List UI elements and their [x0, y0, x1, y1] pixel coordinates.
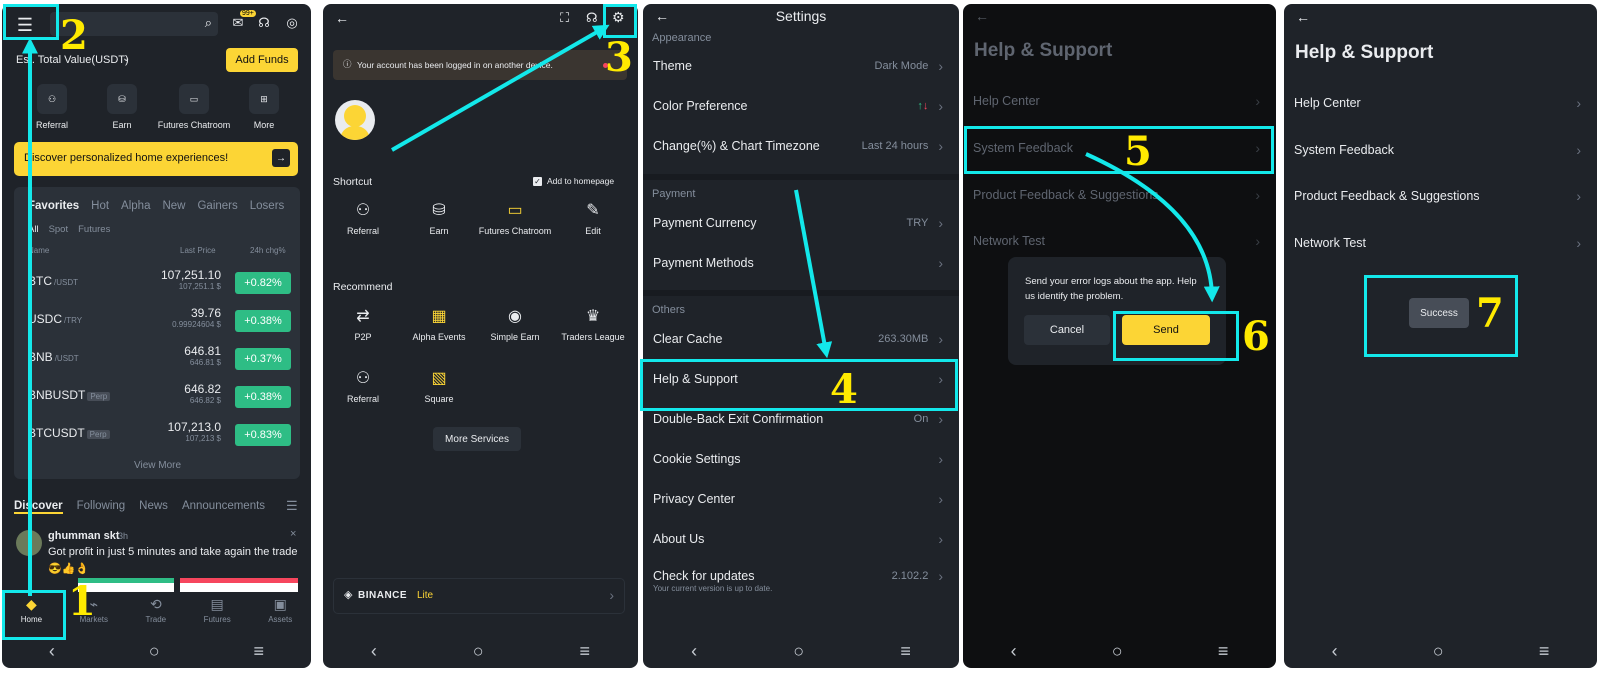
highlight-settings-icon	[603, 4, 637, 38]
highlight-system-feedback	[964, 126, 1274, 174]
step-number: 4	[830, 366, 858, 413]
step-number: 2	[60, 12, 88, 59]
arrow-step-2-to-3	[391, 24, 610, 152]
arrow-step-5-to-6	[1085, 152, 1220, 303]
annotation-overlay	[22, 24, 1220, 596]
step-number: 5	[1124, 128, 1152, 175]
highlight-home-tab	[2, 590, 66, 640]
step-number: 3	[605, 34, 633, 81]
highlight-menu-button	[3, 4, 59, 40]
step-number: 6	[1242, 313, 1270, 360]
step-number: 7	[1476, 290, 1504, 337]
highlight-send-button	[1113, 311, 1239, 361]
highlight-help-support	[640, 359, 958, 411]
step-number: 1	[68, 578, 96, 625]
arrow-step-3-to-4	[794, 189, 833, 359]
